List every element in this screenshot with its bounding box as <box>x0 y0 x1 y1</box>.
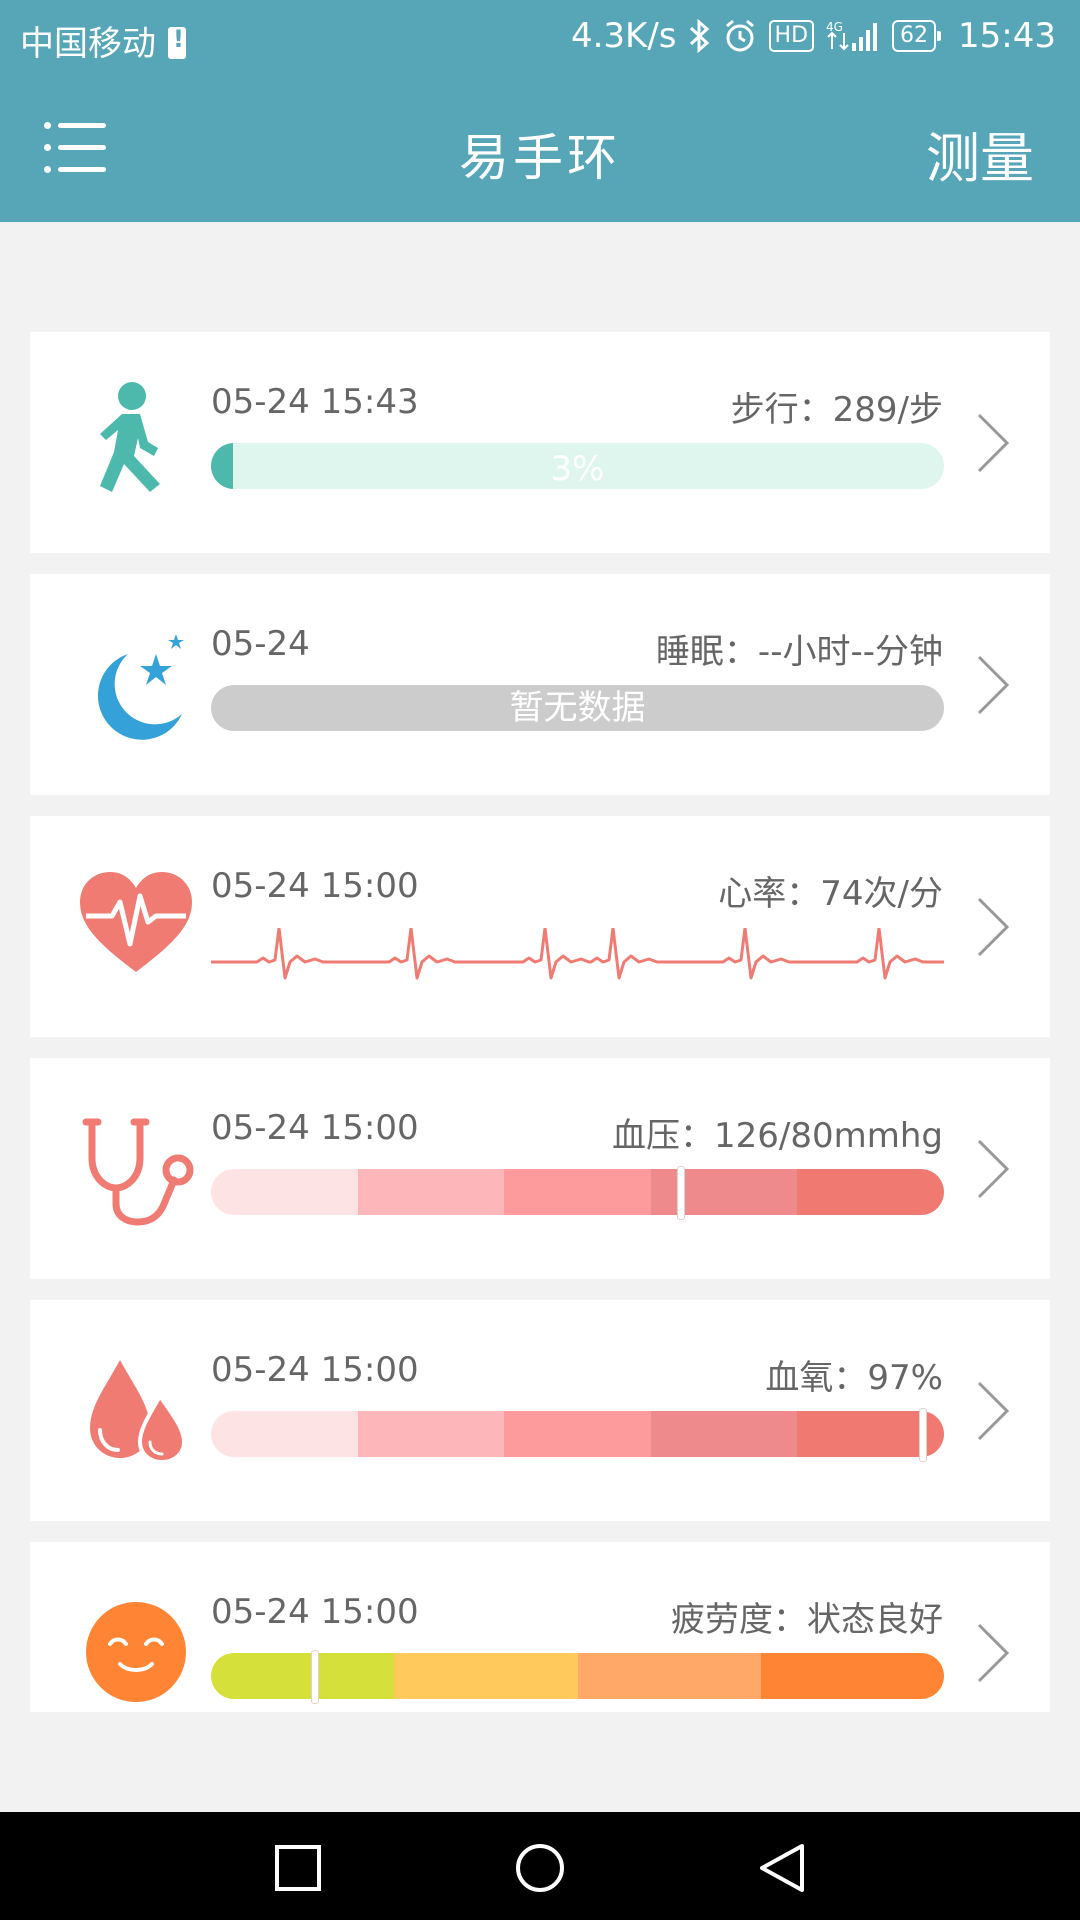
scale-segment-1 <box>211 1411 358 1457</box>
blood-oxygen-marker <box>919 1408 927 1462</box>
blood-pressure-scale <box>211 1166 944 1220</box>
network-speed: 4.3K/s <box>570 16 677 56</box>
home-icon[interactable] <box>514 1842 566 1894</box>
app-bar: 易手环 测量 <box>0 74 1080 222</box>
fatigue-scale <box>211 1650 944 1704</box>
system-nav-bar <box>0 1812 1080 1920</box>
blood-pressure-time: 05-24 15:00 <box>211 1108 419 1148</box>
blood-oxygen-time: 05-24 15:00 <box>211 1350 419 1390</box>
scale-segment-1 <box>211 1169 358 1215</box>
signal-icon: 4G <box>826 20 878 51</box>
steps-value: 步行：289/步 <box>730 390 943 430</box>
scale-segment-4 <box>650 1411 798 1457</box>
status-bar: 中国移动 4.3K/s HD 4G 62 15:43 <box>0 0 1080 74</box>
steps-progress-label: 3% <box>550 449 605 489</box>
scale-segment-3 <box>504 1169 651 1215</box>
steps-progress-bar: 3% <box>211 440 944 490</box>
hd-badge: HD <box>768 20 815 52</box>
chevron-right-icon <box>977 1139 1010 1199</box>
fatigue-value: 疲劳度：状态良好 <box>671 1600 943 1640</box>
heart-rate-value: 心率：74次/分 <box>718 874 943 914</box>
heart-rate-card[interactable]: 05-24 15:00 心率：74次/分 <box>30 816 1050 1037</box>
scale-segment-5 <box>797 1169 944 1215</box>
sim-alert-icon <box>168 25 186 59</box>
chevron-right-icon <box>977 897 1010 957</box>
sleep-card[interactable]: 05-24 睡眠：--小时--分钟 暂无数据 <box>30 574 1050 795</box>
chevron-right-icon <box>977 1623 1010 1683</box>
blood-oxygen-card[interactable]: 05-24 15:00 血氧：97% <box>30 1300 1050 1521</box>
app-title: 易手环 <box>459 129 621 187</box>
scale-segment-2 <box>394 1653 578 1699</box>
heart-pulse-icon <box>80 872 192 972</box>
recent-apps-icon[interactable] <box>272 1842 324 1894</box>
health-cards: 05-24 15:43 步行：289/步 3% 05-24 睡眠：--小时--分… <box>30 332 1050 1733</box>
bluetooth-icon <box>689 19 709 53</box>
scale-segment-3 <box>504 1411 651 1457</box>
back-icon[interactable] <box>756 1842 808 1894</box>
measure-button[interactable]: 测量 <box>926 114 1034 193</box>
heart-rate-time: 05-24 15:00 <box>211 866 419 906</box>
sleep-time: 05-24 <box>211 624 310 664</box>
ecg-waveform <box>211 928 944 980</box>
fatigue-card[interactable]: 05-24 15:00 疲劳度：状态良好 <box>30 1542 1050 1712</box>
scale-segment-2 <box>357 1169 505 1215</box>
chevron-right-icon <box>977 413 1010 473</box>
network-type: 4G <box>826 20 843 34</box>
scale-segment-4 <box>760 1653 944 1699</box>
carrier-name: 中国移动 <box>20 16 186 65</box>
sleep-bar: 暂无数据 <box>211 682 944 732</box>
moon-stars-icon <box>97 634 184 740</box>
blood-oxygen-scale <box>211 1408 944 1462</box>
chevron-right-icon <box>977 1381 1010 1441</box>
chevron-right-icon <box>977 655 1010 715</box>
scale-segment-3 <box>577 1653 761 1699</box>
blood-pressure-marker <box>677 1166 686 1220</box>
blood-pressure-card[interactable]: 05-24 15:00 血压：126/80mmhg <box>30 1058 1050 1279</box>
scale-segment-4 <box>650 1169 798 1215</box>
alarm-icon <box>725 19 754 52</box>
steps-card[interactable]: 05-24 15:43 步行：289/步 3% <box>30 332 1050 553</box>
blood-oxygen-value: 血氧：97% <box>765 1358 943 1398</box>
scale-segment-1 <box>211 1653 395 1699</box>
smiley-face-icon <box>86 1602 186 1702</box>
status-icons: 4.3K/s HD 4G 62 15:43 <box>571 16 1056 56</box>
droplets-icon <box>90 1360 187 1465</box>
sleep-no-data: 暂无数据 <box>211 685 944 731</box>
sleep-value: 睡眠：--小时--分钟 <box>655 632 943 672</box>
walking-icon <box>100 382 160 492</box>
scale-segment-2 <box>357 1411 505 1457</box>
fatigue-time: 05-24 15:00 <box>211 1592 419 1632</box>
clock: 15:43 <box>958 16 1056 56</box>
steps-time: 05-24 15:43 <box>211 382 419 422</box>
stethoscope-icon <box>82 1118 194 1226</box>
battery-indicator: 62 <box>892 20 942 52</box>
blood-pressure-value: 血压：126/80mmhg <box>612 1116 943 1156</box>
fatigue-marker <box>310 1650 319 1704</box>
